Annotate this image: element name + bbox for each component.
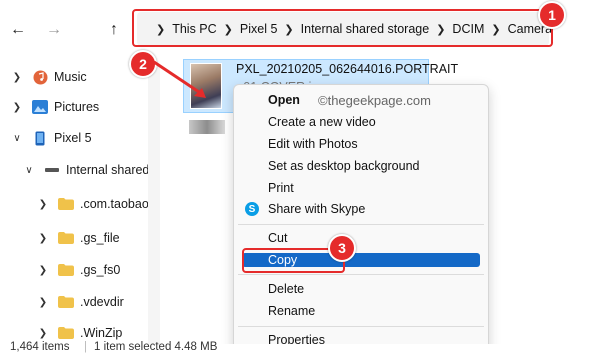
annotation-badge: 3 (328, 234, 356, 262)
sidebar-item-internal-shared[interactable]: ∨ Internal shared (22, 159, 149, 181)
folder-icon (58, 263, 74, 277)
menu-item-open[interactable]: Open (268, 93, 300, 107)
forward-button[interactable]: → (44, 20, 64, 40)
sidebar-item-folder[interactable]: ❯ .gs_file (36, 227, 120, 249)
pictures-icon (32, 100, 48, 114)
annotation-box-address (132, 9, 553, 47)
chevron-right-icon[interactable]: ❯ (36, 233, 50, 244)
chevron-right-icon[interactable]: ❯ (36, 297, 50, 308)
drive-icon (44, 163, 60, 177)
back-arrow-icon: ← (10, 21, 26, 38)
sidebar-item-label: Music (54, 70, 87, 84)
music-icon (32, 70, 48, 84)
back-button[interactable]: ← (8, 20, 28, 40)
menu-item-delete[interactable]: Delete (268, 282, 304, 296)
forward-arrow-icon: → (46, 21, 62, 38)
menu-divider (238, 224, 484, 225)
annotation-badge: 1 (538, 1, 566, 29)
status-divider: | (84, 341, 87, 353)
up-button[interactable]: ↑ (104, 20, 124, 40)
sidebar-scrollbar[interactable] (148, 64, 160, 344)
folder-icon (58, 326, 74, 340)
chevron-down-icon[interactable]: ∨ (10, 133, 24, 144)
menu-item-edit-with-photos[interactable]: Edit with Photos (268, 137, 358, 151)
sidebar-item-label: Pictures (54, 100, 100, 114)
menu-divider (238, 274, 484, 275)
menu-item-create-new-video[interactable]: Create a new video (268, 115, 376, 129)
chevron-right-icon[interactable]: ❯ (36, 199, 50, 210)
menu-item-rename[interactable]: Rename (268, 304, 315, 318)
sidebar-item-label: .gs_fs0 (80, 263, 121, 277)
sidebar-item-folder[interactable]: ❯ .vdevdir (36, 291, 124, 313)
watermark: ©thegeekpage.com (318, 93, 431, 108)
sidebar-item-label: Pixel 5 (54, 131, 92, 145)
menu-item-print[interactable]: Print (268, 181, 294, 195)
sidebar-item-pictures[interactable]: ❯ Pictures (10, 96, 99, 118)
menu-item-share-with-skype[interactable]: Share with Skype (268, 202, 365, 216)
sidebar-item-label: .gs_file (80, 231, 120, 245)
selection-info: 1 item selected 4.48 MB (94, 341, 218, 353)
phone-icon (32, 131, 48, 145)
sidebar-item-label: .com.taobao.t (80, 197, 156, 211)
chevron-down-icon[interactable]: ∨ (22, 165, 36, 176)
sidebar-item-music[interactable]: ❯ Music (10, 66, 87, 88)
sidebar-item-folder[interactable]: ❯ .gs_fs0 (36, 259, 121, 281)
chevron-right-icon[interactable]: ❯ (10, 72, 24, 83)
up-arrow-icon: ↑ (110, 21, 118, 38)
folder-icon (58, 197, 74, 211)
menu-item-cut[interactable]: Cut (268, 231, 287, 245)
context-menu: ©thegeekpage.com Open Create a new video… (233, 84, 489, 354)
folder-icon (58, 295, 74, 309)
chevron-right-icon[interactable]: ❯ (10, 102, 24, 113)
annotation-arrow (153, 60, 206, 98)
sidebar-item-label: Internal shared (66, 163, 150, 177)
sidebar-item-label: .WinZip (80, 326, 123, 340)
menu-divider (238, 326, 484, 327)
folder-icon (58, 231, 74, 245)
item-count: 1,464 items (10, 341, 70, 353)
file-item-thumbnail[interactable] (189, 120, 225, 134)
chevron-right-icon[interactable]: ❯ (36, 265, 50, 276)
sidebar-item-pixel-5[interactable]: ∨ Pixel 5 (10, 127, 92, 149)
menu-item-set-desktop-background[interactable]: Set as desktop background (268, 159, 420, 173)
file-name: PXL_20210205_062644016.PORTRAIT (236, 62, 459, 76)
status-bar: 1,464 items | 1 item selected 4.48 MB (0, 341, 598, 354)
sidebar-item-folder[interactable]: ❯ .com.taobao.t (36, 193, 156, 215)
sidebar-item-label: .vdevdir (80, 295, 124, 309)
navigation-pane: ❯ Music ❯ Pictures ∨ Pixel 5 ∨ Internal … (0, 64, 156, 344)
skype-icon: S (245, 202, 259, 216)
chevron-right-icon[interactable]: ❯ (36, 328, 50, 339)
